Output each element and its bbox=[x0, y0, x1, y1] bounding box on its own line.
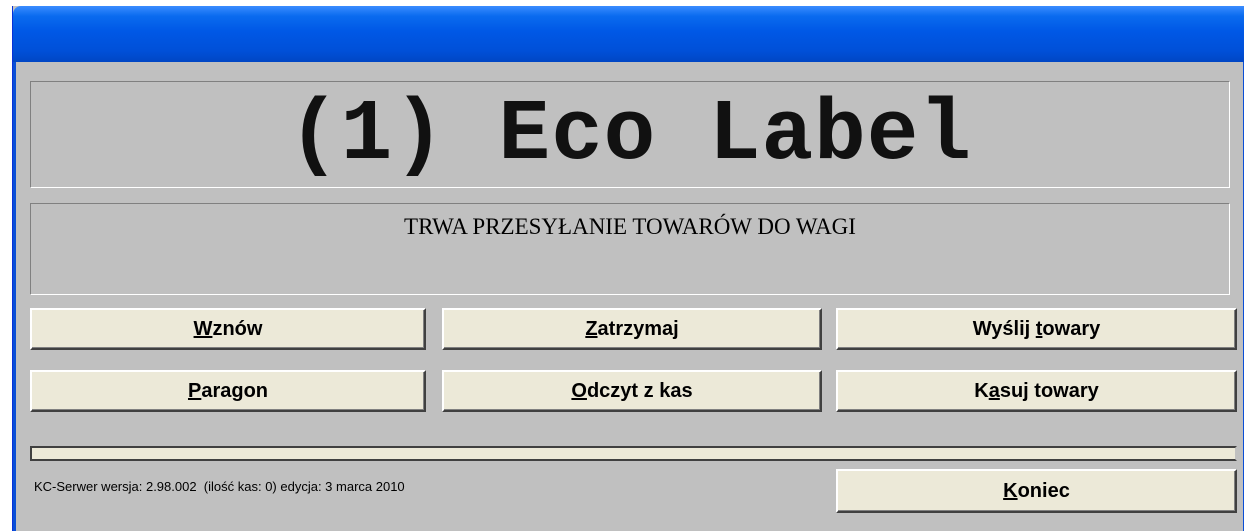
app-window: (1) Eco Label TRWA PRZESYŁANIE TOWARÓW D… bbox=[12, 6, 1244, 531]
receipt-accel: P bbox=[187, 379, 202, 402]
close-button[interactable]: Koniec bbox=[836, 469, 1237, 513]
progress-bar bbox=[30, 446, 1237, 461]
send-goods-label-rest: owary bbox=[1042, 317, 1101, 340]
delete-goods-label-rest: suj towary bbox=[999, 379, 1099, 402]
header-panel: (1) Eco Label bbox=[30, 81, 1230, 188]
delete-goods-accel: a bbox=[988, 379, 1000, 402]
receipt-button[interactable]: Paragon bbox=[30, 370, 426, 412]
status-message: TRWA PRZESYŁANIE TOWARÓW DO WAGI bbox=[404, 214, 856, 239]
read-registers-accel: O bbox=[571, 379, 587, 402]
title-bar[interactable] bbox=[13, 6, 1244, 62]
close-accel: K bbox=[1003, 479, 1018, 502]
close-label: oniec bbox=[1017, 479, 1070, 502]
app-title: (1) Eco Label bbox=[288, 85, 972, 184]
send-goods-label-pre: Wyślij bbox=[972, 317, 1036, 340]
resume-accel: W bbox=[193, 317, 213, 340]
pause-accel: Z bbox=[585, 317, 598, 340]
delete-goods-label-pre: K bbox=[974, 379, 989, 402]
delete-goods-button[interactable]: Ka suj towary bbox=[836, 370, 1237, 412]
resume-button[interactable]: Wznów bbox=[30, 308, 426, 350]
read-registers-label: dczyt z kas bbox=[586, 379, 693, 402]
send-goods-button[interactable]: Wyślij t owary bbox=[836, 308, 1237, 350]
window-frame-left bbox=[13, 62, 16, 531]
receipt-label: aragon bbox=[201, 379, 269, 402]
version-info: KC-Serwer wersja: 2.98.002 (ilość kas: 0… bbox=[34, 479, 405, 494]
resume-label: znów bbox=[212, 317, 263, 340]
read-registers-button[interactable]: Odczyt z kas bbox=[442, 370, 822, 412]
pause-label: atrzymaj bbox=[597, 317, 679, 340]
pause-button[interactable]: Zatrzymaj bbox=[442, 308, 822, 350]
status-panel: TRWA PRZESYŁANIE TOWARÓW DO WAGI bbox=[30, 203, 1230, 295]
send-goods-accel: t bbox=[1035, 317, 1043, 340]
